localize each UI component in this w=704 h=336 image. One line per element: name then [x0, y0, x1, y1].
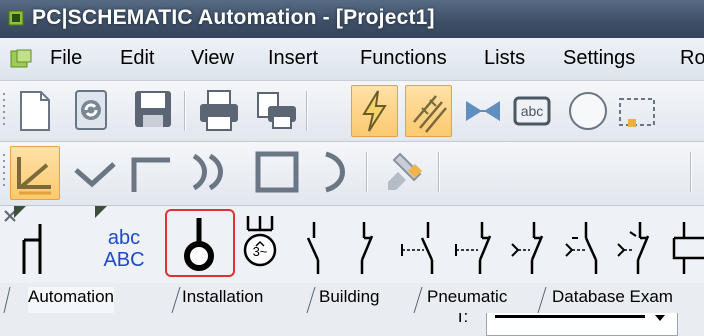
toolbar-grip-icon[interactable]: [2, 91, 7, 131]
document-window-icon[interactable]: [9, 48, 33, 70]
pushbutton-break-icon[interactable]: [452, 220, 496, 274]
print-preview-icon[interactable]: [254, 88, 300, 134]
connect-icon[interactable]: [462, 91, 504, 131]
tab-divider-icon: [537, 287, 547, 313]
rectangle-tool-icon[interactable]: [254, 150, 300, 194]
switch-symbol-icon[interactable]: [300, 220, 330, 274]
break-contact-icon[interactable]: [350, 220, 380, 274]
tab-grip-icon: [3, 287, 11, 313]
arc-tool-icon[interactable]: [188, 152, 236, 192]
area-select-icon[interactable]: [616, 91, 656, 131]
tab-installation[interactable]: Installation: [182, 287, 263, 313]
toolbar-grip-icon[interactable]: [2, 152, 7, 192]
tab-divider-icon: [171, 287, 181, 313]
menu-functions[interactable]: Functions: [360, 47, 447, 70]
window-title: PC|SCHEMATIC Automation - [Project1]: [32, 6, 435, 29]
line-tool-button[interactable]: [10, 146, 60, 200]
text-symbol-top: abc: [108, 227, 140, 249]
polyline-tool-icon[interactable]: [72, 154, 118, 192]
lamp-symbol-icon[interactable]: [174, 216, 224, 274]
corner-line-icon[interactable]: [126, 150, 174, 194]
tab-building[interactable]: Building: [319, 287, 380, 313]
corner-marker-icon: [14, 206, 26, 218]
half-circle-icon[interactable]: [320, 150, 350, 194]
menu-bar: File Edit View Insert Functions Lists Se…: [0, 38, 704, 81]
selector-switch-icon[interactable]: [508, 220, 548, 274]
drawing-toolbar: T:: [0, 142, 704, 336]
wire-junction-icon[interactable]: [18, 222, 62, 274]
text-tool-icon[interactable]: abc: [512, 91, 552, 131]
new-file-icon[interactable]: [15, 89, 55, 133]
chevron-down-icon[interactable]: [653, 313, 667, 323]
menu-view[interactable]: View: [191, 47, 234, 70]
toolbar-separator: [438, 152, 440, 192]
circle-tool-icon[interactable]: [566, 89, 610, 133]
toolbar-separator: [184, 91, 186, 131]
symbol-palette: abc ABC 3~: [0, 206, 704, 284]
toolbar-separator: [690, 152, 692, 192]
menu-ro[interactable]: Ro: [680, 47, 704, 70]
title-bar: PC|SCHEMATIC Automation - [Project1]: [0, 0, 704, 38]
corner-marker-icon: [95, 206, 107, 218]
svg-text:abc: abc: [521, 103, 544, 119]
tab-divider-icon: [306, 287, 316, 313]
palette-tabs: Automation Installation Building Pneumat…: [0, 283, 704, 313]
tab-database-examples[interactable]: Database Exam: [552, 287, 673, 313]
motor-symbol-icon[interactable]: 3~: [238, 212, 282, 276]
print-icon[interactable]: [196, 88, 242, 134]
partial-symbol-icon[interactable]: [664, 220, 704, 274]
menu-lists[interactable]: Lists: [484, 47, 525, 70]
selector-break-icon[interactable]: [562, 220, 602, 274]
save-icon[interactable]: [131, 88, 175, 132]
menu-edit[interactable]: Edit: [120, 47, 154, 70]
line-style-preview: [495, 315, 645, 318]
wire-mode-button[interactable]: [405, 85, 452, 137]
text-symbol-icon[interactable]: abc ABC: [98, 222, 152, 270]
position-switch-icon[interactable]: [610, 220, 654, 274]
standard-toolbar: abc: [0, 81, 704, 142]
text-symbol-bottom: ABC: [103, 249, 144, 270]
tab-pneumatic[interactable]: Pneumatic: [427, 287, 507, 313]
open-project-icon[interactable]: [72, 88, 114, 134]
menu-file[interactable]: File: [50, 47, 82, 70]
menu-insert[interactable]: Insert: [268, 47, 318, 70]
electric-mode-button[interactable]: [351, 85, 398, 137]
svg-text:3~: 3~: [253, 244, 268, 259]
pushbutton-make-icon[interactable]: [398, 220, 442, 274]
tab-automation[interactable]: Automation: [28, 287, 114, 313]
toolbar-separator: [366, 152, 368, 192]
paint-brush-icon[interactable]: [380, 148, 428, 196]
toolbar-separator: [306, 91, 308, 131]
app-icon: [8, 10, 24, 26]
menu-settings[interactable]: Settings: [563, 47, 635, 70]
tab-divider-icon: [413, 287, 423, 313]
